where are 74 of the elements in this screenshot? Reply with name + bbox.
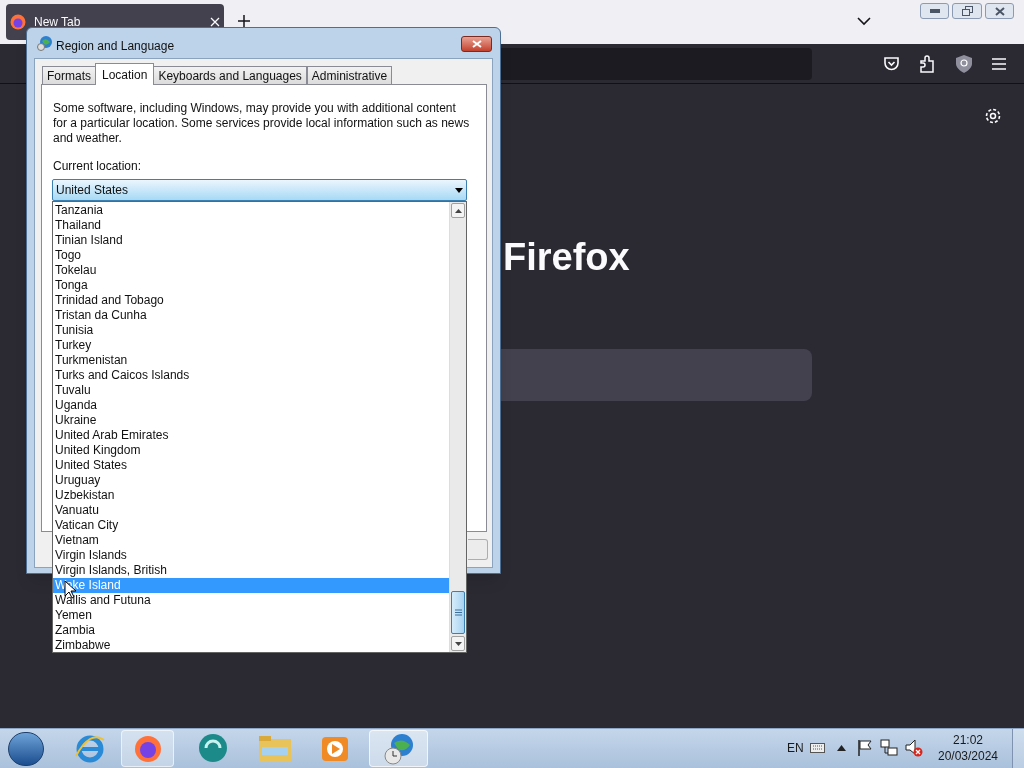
list-option[interactable]: Tuvalu: [53, 383, 450, 398]
dropdown-arrow-icon: [455, 187, 463, 193]
brand-name: Firefox: [503, 238, 630, 276]
scroll-down-button[interactable]: [451, 636, 466, 651]
minimize-icon: [929, 9, 940, 13]
list-option[interactable]: Vatican City: [53, 518, 450, 533]
globe-clock-icon: [383, 732, 414, 765]
close-icon: [994, 6, 1005, 16]
scroll-thumb[interactable]: [451, 591, 466, 634]
list-option[interactable]: Togo: [53, 248, 450, 263]
list-option[interactable]: Ukraine: [53, 413, 450, 428]
caret-up-icon: [454, 208, 462, 213]
start-button[interactable]: [8, 732, 44, 766]
scroll-up-button[interactable]: [451, 203, 466, 218]
minimize-button[interactable]: [920, 3, 949, 19]
pocket-icon[interactable]: [883, 56, 900, 72]
flag-icon[interactable]: [857, 739, 873, 757]
list-option[interactable]: United Arab Emirates: [53, 428, 450, 443]
list-option[interactable]: Zambia: [53, 623, 450, 638]
taskbar-app[interactable]: [369, 730, 428, 767]
list-option[interactable]: Uzbekistan: [53, 488, 450, 503]
grip-icon: [454, 609, 462, 616]
restore-icon: [961, 6, 973, 16]
caret-down-icon: [454, 641, 462, 646]
list-option[interactable]: Turks and Caicos Islands: [53, 368, 450, 383]
description-text: Some software, including Windows, may provide you with additional content for a particular location. Some services provide local information such as news and weather.: [53, 101, 471, 146]
dialog-title: Region and Language: [56, 38, 175, 55]
list-option[interactable]: United States: [53, 458, 450, 473]
list-option[interactable]: United Kingdom: [53, 443, 450, 458]
close-button[interactable]: [461, 36, 492, 52]
muted-speaker-icon[interactable]: [905, 739, 923, 757]
list-option[interactable]: Tristan da Cunha: [53, 308, 450, 323]
list-option[interactable]: Vietnam: [53, 533, 450, 548]
language-indicator[interactable]: EN: [787, 739, 804, 757]
list-option[interactable]: Turkmenistan: [53, 353, 450, 368]
list-option[interactable]: Uganda: [53, 398, 450, 413]
list-option[interactable]: Tonga: [53, 278, 450, 293]
list-option[interactable]: Thailand: [53, 218, 450, 233]
settings-icon[interactable]: [984, 107, 1002, 125]
menu-icon[interactable]: [992, 58, 1006, 70]
location-label: Current location:: [53, 158, 142, 175]
network-icon[interactable]: [880, 739, 898, 757]
list-option[interactable]: Turkey: [53, 338, 450, 353]
taskbar-app[interactable]: [121, 730, 174, 767]
list-option[interactable]: Zimbabwe: [53, 638, 450, 653]
list-option[interactable]: Tinian Island: [53, 233, 450, 248]
fox-icon: [133, 734, 162, 763]
shield-icon[interactable]: [956, 55, 972, 73]
new-tab-icon[interactable]: [238, 15, 250, 27]
list-option[interactable]: Wallis and Futuna: [53, 593, 450, 608]
fox-icon: [10, 14, 26, 30]
scrollbar[interactable]: [449, 202, 466, 652]
list-option[interactable]: Tunisia: [53, 323, 450, 338]
restore-button[interactable]: [952, 3, 982, 19]
keyboard-icon[interactable]: [810, 743, 825, 753]
list-option[interactable]: Virgin Islands, British: [53, 563, 450, 578]
caret-up-icon[interactable]: [837, 745, 846, 751]
close-button[interactable]: [985, 3, 1014, 19]
list-option[interactable]: Uruguay: [53, 473, 450, 488]
list-option[interactable]: Tanzania: [53, 203, 450, 218]
puzzle-icon[interactable]: [920, 55, 936, 73]
clock-time[interactable]: 21:02: [953, 732, 983, 748]
chevron-down-icon[interactable]: [857, 17, 871, 26]
list-option[interactable]: Trinidad and Tobago: [53, 293, 450, 308]
close-icon[interactable]: [210, 17, 220, 27]
location-dropdown[interactable]: United States: [52, 179, 467, 201]
clock-date[interactable]: 20/03/2024: [937, 748, 999, 764]
close-icon: [471, 40, 482, 48]
list-option[interactable]: Tokelau: [53, 263, 450, 278]
list-option[interactable]: Yemen: [53, 608, 450, 623]
globe-icon: [37, 35, 53, 51]
list-option[interactable]: Vanuatu: [53, 503, 450, 518]
list-option[interactable]: Virgin Islands: [53, 548, 450, 563]
dialog-tab[interactable]: Location: [95, 63, 155, 85]
